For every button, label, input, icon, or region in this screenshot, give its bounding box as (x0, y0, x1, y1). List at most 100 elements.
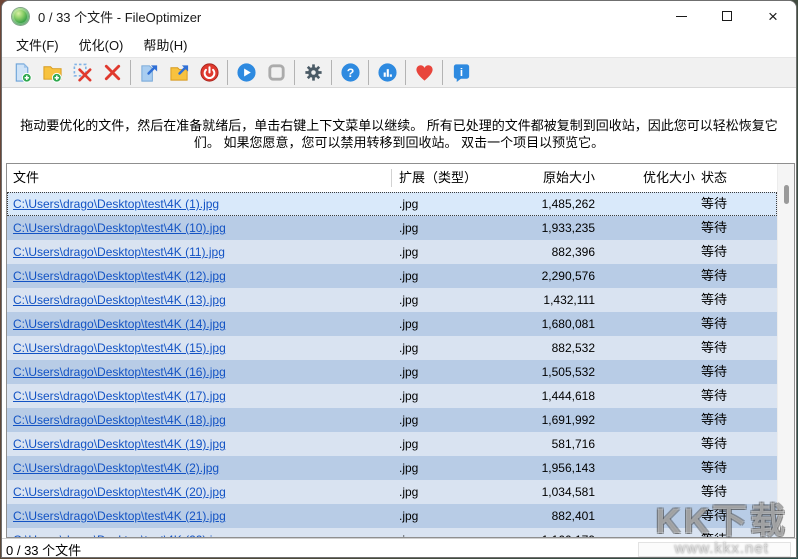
table-row[interactable]: C:\Users\drago\Desktop\test\4K (15).jpg.… (7, 336, 777, 360)
table-row[interactable]: C:\Users\drago\Desktop\test\4K (13).jpg.… (7, 288, 777, 312)
table-row[interactable]: C:\Users\drago\Desktop\test\4K (1).jpg.j… (7, 192, 777, 216)
status-panel (638, 542, 791, 557)
add-folder-icon (42, 62, 63, 83)
stop-button[interactable] (261, 59, 291, 86)
add-folder-button[interactable] (37, 59, 67, 86)
table-row[interactable]: C:\Users\drago\Desktop\test\4K (16).jpg.… (7, 360, 777, 384)
file-path-link[interactable]: C:\Users\drago\Desktop\test\4K (10).jpg (13, 216, 226, 240)
scrollbar-thumb[interactable] (784, 185, 789, 204)
file-path-link[interactable]: C:\Users\drago\Desktop\test\4K (22).jpg (13, 528, 226, 537)
about-button[interactable]: i (446, 59, 476, 86)
open-file-icon (139, 62, 160, 83)
extension-cell: .jpg (399, 528, 418, 537)
clear-list-button[interactable] (97, 59, 127, 86)
fileoptimizer-window: 0 / 33 个文件 - FileOptimizer × 文件(F) 优化(O)… (1, 0, 797, 558)
extension-cell: .jpg (399, 408, 418, 432)
heart-icon (414, 62, 435, 83)
statistics-button[interactable] (372, 59, 402, 86)
status-cell: 等待 (701, 288, 727, 312)
status-cell: 等待 (701, 504, 727, 528)
remove-entry-button[interactable] (67, 59, 97, 86)
minimize-button[interactable] (658, 1, 704, 31)
donate-button[interactable] (409, 59, 439, 86)
table-row[interactable]: C:\Users\drago\Desktop\test\4K (18).jpg.… (7, 408, 777, 432)
status-cell: 等待 (701, 264, 727, 288)
table-row[interactable]: C:\Users\drago\Desktop\test\4K (2).jpg .j… (7, 456, 777, 480)
file-path-link[interactable]: C:\Users\drago\Desktop\test\4K (2).jpg (13, 456, 219, 480)
menu-file[interactable]: 文件(F) (6, 32, 69, 57)
table-row[interactable]: C:\Users\drago\Desktop\test\4K (14).jpg.… (7, 312, 777, 336)
status-bar: 0 / 33 个文件 (2, 538, 796, 558)
file-path-link[interactable]: C:\Users\drago\Desktop\test\4K (13).jpg (13, 288, 226, 312)
open-file-button[interactable] (134, 59, 164, 86)
svg-text:i: i (459, 67, 462, 79)
toolbar-separator (368, 60, 369, 85)
extension-cell: .jpg (399, 480, 418, 504)
extension-cell: .jpg (399, 264, 418, 288)
menu-optimize[interactable]: 优化(O) (69, 32, 134, 57)
info-bubble-icon: i (451, 62, 472, 83)
original-size-cell: 1,933,235 (542, 216, 595, 240)
instructions-text: 拖动要优化的文件，然后在准备就绪后，单击右键上下文菜单以继续。 所有已处理的文件… (16, 117, 782, 151)
extension-cell: .jpg (399, 336, 418, 360)
file-path-link[interactable]: C:\Users\drago\Desktop\test\4K (21).jpg (13, 504, 226, 528)
statistics-icon (377, 62, 398, 83)
table-row[interactable]: C:\Users\drago\Desktop\test\4K (12).jpg.… (7, 264, 777, 288)
table-row[interactable]: C:\Users\drago\Desktop\test\4K (11).jpg.… (7, 240, 777, 264)
file-path-link[interactable]: C:\Users\drago\Desktop\test\4K (1).jpg (13, 192, 219, 216)
close-icon: × (768, 8, 778, 25)
optimize-button[interactable] (231, 59, 261, 86)
column-header-file[interactable]: 文件 (13, 164, 39, 192)
maximize-icon (722, 11, 732, 21)
file-path-link[interactable]: C:\Users\drago\Desktop\test\4K (18).jpg (13, 408, 226, 432)
file-path-link[interactable]: C:\Users\drago\Desktop\test\4K (11).jpg (13, 240, 225, 264)
table-row[interactable]: C:\Users\drago\Desktop\test\4K (21).jpg.… (7, 504, 777, 528)
original-size-cell: 1,956,143 (542, 456, 595, 480)
open-folder-button[interactable] (164, 59, 194, 86)
play-icon (236, 62, 257, 83)
toolbar-separator (227, 60, 228, 85)
header-separator (391, 169, 392, 187)
original-size-cell: 1,160,179 (542, 528, 595, 537)
maximize-button[interactable] (704, 1, 750, 31)
status-cell: 等待 (701, 432, 727, 456)
toolbar: ? (2, 57, 796, 88)
file-path-link[interactable]: C:\Users\drago\Desktop\test\4K (12).jpg (13, 264, 226, 288)
toolbar-separator (405, 60, 406, 85)
vertical-scrollbar[interactable] (777, 164, 794, 537)
table-row[interactable]: C:\Users\drago\Desktop\test\4K (19).jpg.… (7, 432, 777, 456)
extension-cell: .jpg (399, 456, 418, 480)
original-size-cell: 1,034,581 (542, 480, 595, 504)
column-header-original[interactable]: 原始大小 (543, 164, 595, 192)
table-row[interactable]: C:\Users\drago\Desktop\test\4K (10).jpg.… (7, 216, 777, 240)
menu-help[interactable]: 帮助(H) (133, 32, 197, 57)
column-header-status[interactable]: 状态 (701, 164, 727, 192)
file-path-link[interactable]: C:\Users\drago\Desktop\test\4K (16).jpg (13, 360, 226, 384)
original-size-cell: 882,396 (552, 240, 595, 264)
column-header-optimized[interactable]: 优化大小 (643, 164, 695, 192)
remove-entry-icon (72, 62, 93, 83)
extension-cell: .jpg (399, 216, 418, 240)
status-cell: 等待 (701, 480, 727, 504)
file-path-link[interactable]: C:\Users\drago\Desktop\test\4K (14).jpg (13, 312, 226, 336)
table-row[interactable]: C:\Users\drago\Desktop\test\4K (22).jpg.… (7, 528, 777, 537)
stop-icon (266, 62, 287, 83)
table-row[interactable]: C:\Users\drago\Desktop\test\4K (20).jpg.… (7, 480, 777, 504)
options-button[interactable] (298, 59, 328, 86)
original-size-cell: 1,485,262 (542, 192, 595, 216)
gear-icon (303, 62, 324, 83)
file-list: 文件 扩展（类型） 原始大小 优化大小 状态 C:\Users\drago\De… (6, 163, 795, 538)
file-path-link[interactable]: C:\Users\drago\Desktop\test\4K (15).jpg (13, 336, 226, 360)
add-files-button[interactable] (7, 59, 37, 86)
file-path-link[interactable]: C:\Users\drago\Desktop\test\4K (17).jpg (13, 384, 226, 408)
original-size-cell: 1,444,618 (542, 384, 595, 408)
original-size-cell: 1,680,081 (542, 312, 595, 336)
help-button[interactable]: ? (335, 59, 365, 86)
help-icon: ? (340, 62, 361, 83)
file-path-link[interactable]: C:\Users\drago\Desktop\test\4K (20).jpg (13, 480, 226, 504)
table-row[interactable]: C:\Users\drago\Desktop\test\4K (17).jpg.… (7, 384, 777, 408)
file-path-link[interactable]: C:\Users\drago\Desktop\test\4K (19).jpg (13, 432, 226, 456)
column-header-extension[interactable]: 扩展（类型） (399, 164, 477, 192)
recycle-button[interactable] (194, 59, 224, 86)
close-button[interactable]: × (750, 1, 796, 31)
